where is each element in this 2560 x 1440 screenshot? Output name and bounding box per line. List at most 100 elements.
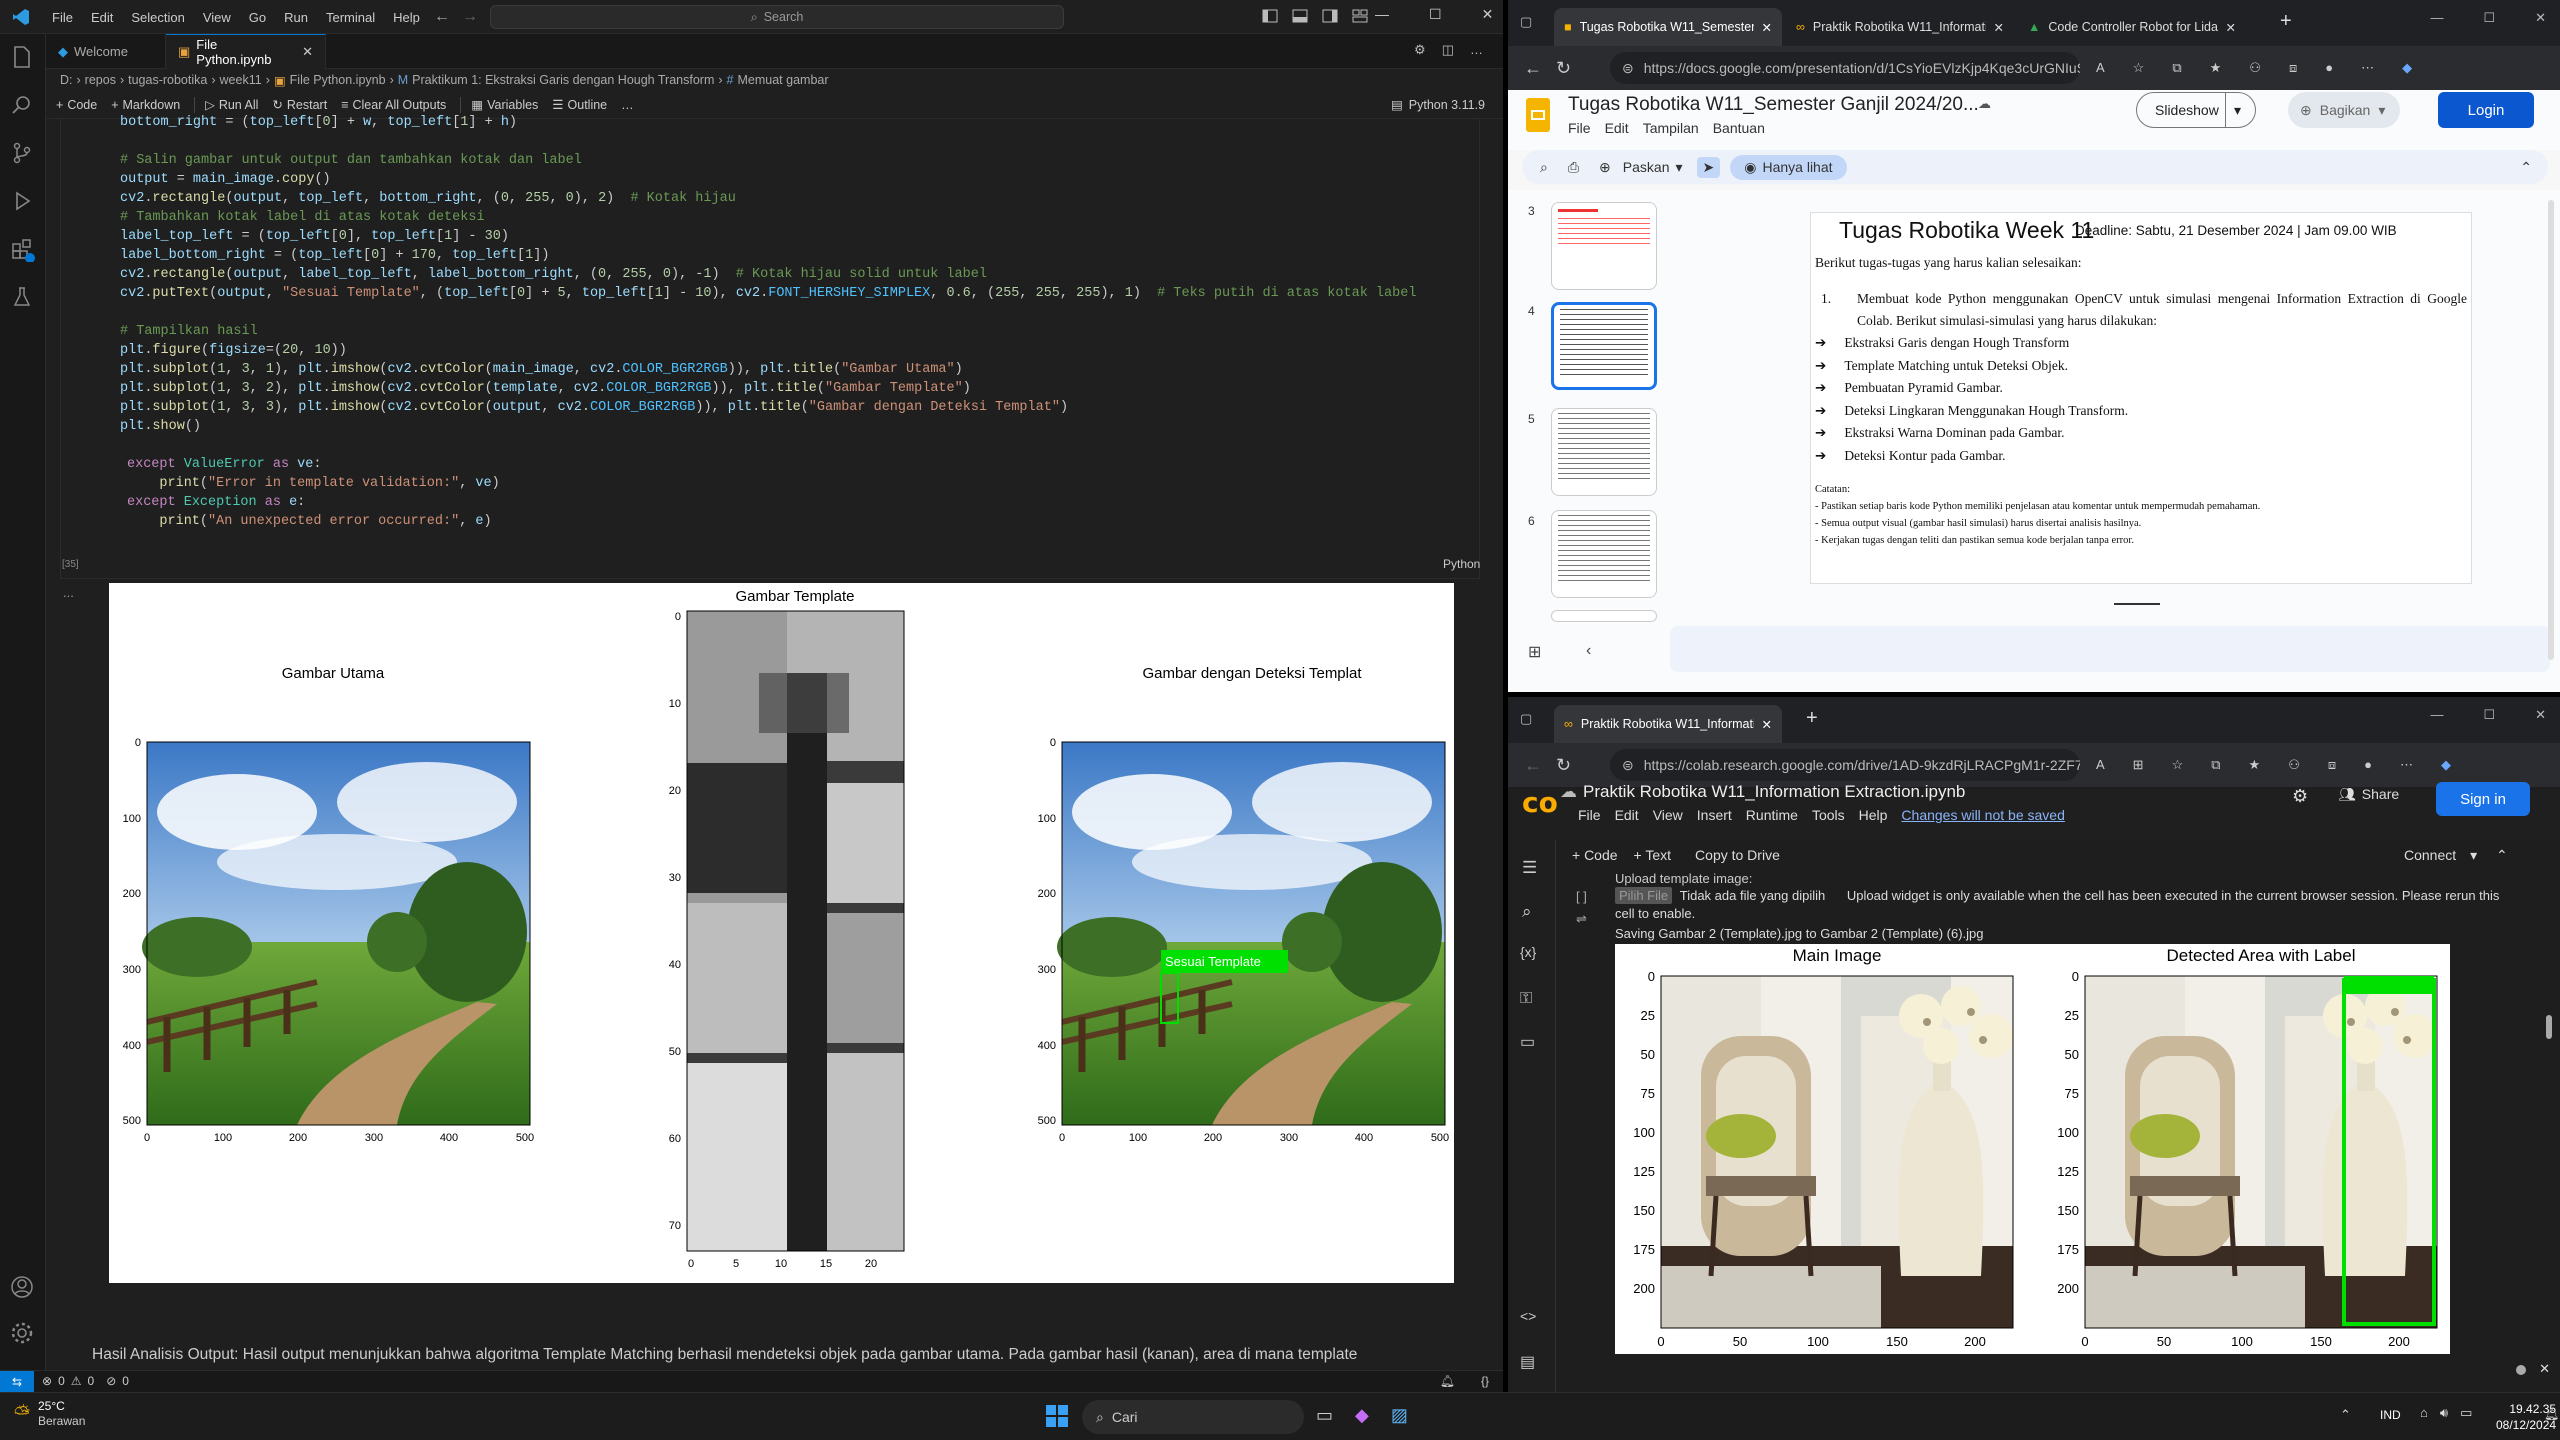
markdown-cell[interactable]: Hasil Analisis Output: Hasil output menu…: [92, 1346, 1492, 1364]
menu-view[interactable]: View: [195, 10, 239, 25]
reload-icon[interactable]: ↻: [1556, 58, 1571, 79]
notes-resize-handle[interactable]: [2114, 603, 2160, 605]
copilot-icon[interactable]: ◆: [2441, 757, 2451, 773]
close-icon[interactable]: ✕: [1762, 717, 1772, 732]
close-icon[interactable]: ✕: [302, 44, 313, 60]
toc-icon[interactable]: ☰: [1522, 858, 1537, 878]
weather-widget[interactable]: ⛅︎ 25°C Berawan: [14, 1399, 85, 1429]
favorite-star-icon[interactable]: ☆: [2172, 757, 2184, 773]
collections-icon[interactable]: ⧈: [2289, 60, 2297, 76]
back-arrow-icon[interactable]: ←: [434, 8, 450, 26]
copy-to-drive-button[interactable]: Copy to Drive: [1695, 847, 1780, 863]
pick-file-button[interactable]: Pilih File: [1615, 887, 1673, 904]
new-tab-button[interactable]: +: [2280, 10, 2292, 33]
url-field[interactable]: ⊜ https://docs.google.com/presentation/d/…: [1610, 52, 2080, 84]
tab-file-python[interactable]: ▣ File Python.ipynb ✕: [166, 34, 326, 69]
back-arrow-icon[interactable]: ←: [1524, 755, 1542, 776]
forward-arrow-icon[interactable]: →: [462, 8, 478, 26]
crumb[interactable]: tugas-robotika: [128, 73, 207, 87]
settings-gear-icon[interactable]: [9, 1320, 37, 1348]
system-tray[interactable]: ⌂ 🔊︎ ▭: [2420, 1405, 2472, 1421]
copilot-icon[interactable]: ◆: [2402, 60, 2412, 76]
crumb[interactable]: D:: [60, 73, 73, 87]
add-text-button[interactable]: + Text: [1634, 847, 1672, 863]
menu-selection[interactable]: Selection: [123, 10, 192, 25]
tab-drive[interactable]: ▲ Code Controller Robot for Lidar D ✕: [2018, 8, 2246, 46]
install-app-icon[interactable]: ⊞: [2133, 757, 2144, 773]
tab-actions-icon[interactable]: ▢: [1520, 711, 1532, 727]
slide-thumbnail-selected[interactable]: [1551, 302, 1657, 390]
view-only-badge[interactable]: ◉ Hanya lihat: [1730, 154, 1847, 180]
menu-tools[interactable]: Tools: [1812, 807, 1845, 823]
menu-view[interactable]: View: [1653, 807, 1683, 823]
menu-edit[interactable]: Edit: [1615, 807, 1639, 823]
menu-help[interactable]: Help: [1859, 807, 1888, 823]
minimize-icon[interactable]: —: [1375, 6, 1389, 23]
settings-gear-icon[interactable]: ⚙: [2292, 786, 2308, 807]
signin-button[interactable]: Sign in: [2436, 782, 2530, 816]
grid-view-icon[interactable]: ⊞: [1528, 642, 1541, 662]
extensions-icon[interactable]: ⧉: [2172, 60, 2181, 76]
extensions-icon[interactable]: [9, 236, 37, 264]
url-field[interactable]: ⊜ https://colab.research.google.com/drive…: [1610, 749, 2080, 781]
profile-avatar[interactable]: ●: [2364, 757, 2372, 773]
slide-thumbnail[interactable]: [1551, 510, 1657, 598]
favorites-icon[interactable]: ★: [2249, 757, 2261, 773]
chevron-up-icon[interactable]: ⌃: [2496, 847, 2508, 864]
split-editor-icon[interactable]: ◫: [1442, 42, 1454, 58]
slides-scrollbar[interactable]: [2548, 200, 2554, 660]
connect-button[interactable]: Connect ▾: [2404, 847, 2477, 864]
crumb[interactable]: Memuat gambar: [738, 73, 829, 87]
kernel-picker[interactable]: ▤ Python 3.11.9: [1391, 97, 1485, 113]
share-button[interactable]: 👥︎ Share: [2338, 786, 2399, 803]
maximize-icon[interactable]: ☐: [1429, 6, 1442, 23]
favorites-icon[interactable]: ★: [2210, 60, 2222, 76]
speaker-notes[interactable]: [1670, 626, 2550, 672]
bell-icon[interactable]: 🔔︎: [1440, 1374, 1455, 1388]
crumb[interactable]: repos: [85, 73, 116, 87]
crumb[interactable]: File Python.ipynb: [290, 73, 386, 87]
clear-outputs-button[interactable]: ≡ Clear All Outputs: [341, 98, 446, 112]
doc-title[interactable]: Tugas Robotika W11_Semester Ganjil 2024/…: [1568, 94, 1979, 116]
read-aloud-icon[interactable]: A: [2096, 757, 2105, 773]
more-icon[interactable]: …: [621, 98, 634, 112]
maximize-icon[interactable]: ☐: [2483, 10, 2495, 26]
files-icon[interactable]: ▭: [1520, 1032, 1535, 1052]
reload-icon[interactable]: ↻: [1556, 755, 1571, 776]
collections-icon[interactable]: ⧈: [2328, 757, 2336, 773]
menu-help[interactable]: Bantuan: [1713, 120, 1765, 136]
menu-edit[interactable]: Edit: [1605, 120, 1629, 136]
toggle-panel-icon[interactable]: [1292, 9, 1308, 23]
cell-run-bracket[interactable]: [ ]: [1576, 889, 1587, 904]
more-icon[interactable]: ⋯: [2400, 757, 2413, 773]
photos-icon[interactable]: ▨: [1391, 1405, 1408, 1426]
menu-view[interactable]: Tampilan: [1643, 120, 1699, 136]
code-editor-tail[interactable]: except ValueError as ve: print("Error in…: [127, 455, 500, 531]
run-all-button[interactable]: ▷ Run All: [205, 97, 258, 113]
account-icon[interactable]: [9, 1274, 37, 1302]
secrets-key-icon[interactable]: ⚿: [1520, 990, 1532, 1008]
print-icon[interactable]: ⎙: [1568, 159, 1579, 176]
crumb[interactable]: week11: [220, 73, 262, 87]
close-icon[interactable]: ✕: [1994, 20, 2004, 35]
add-markdown-button[interactable]: + Markdown: [111, 98, 180, 112]
output-actions-icon[interactable]: ⇌: [1576, 911, 1587, 927]
unsaved-link[interactable]: Changes will not be saved: [1901, 807, 2064, 823]
start-windows-icon[interactable]: [1046, 1405, 1068, 1427]
colab-scrollbar[interactable]: [2546, 1015, 2552, 1039]
slideshow-button[interactable]: Slideshow ▾: [2136, 92, 2256, 128]
more-icon[interactable]: …: [1470, 42, 1483, 58]
toggle-sidebar-icon[interactable]: [1262, 9, 1278, 23]
problems-indicator[interactable]: ⊗ 0 ⚠ 0 ⊘ 0: [42, 1374, 129, 1388]
input-language[interactable]: IND: [2380, 1408, 2401, 1422]
code-snippets-icon[interactable]: <>: [1520, 1308, 1536, 1324]
variables-icon[interactable]: {x}: [1520, 944, 1536, 960]
slide-thumbnail[interactable]: [1551, 408, 1657, 496]
variables-button[interactable]: ▦ Variables: [471, 97, 538, 113]
menu-insert[interactable]: Insert: [1697, 807, 1732, 823]
tracker-icon[interactable]: ⚇: [2249, 60, 2261, 76]
zoom-icon[interactable]: ⊕: [1599, 159, 1611, 176]
more-icon[interactable]: ⋯: [2361, 60, 2374, 76]
close-icon[interactable]: ✕: [2539, 1361, 2550, 1377]
menu-runtime[interactable]: Runtime: [1746, 807, 1798, 823]
